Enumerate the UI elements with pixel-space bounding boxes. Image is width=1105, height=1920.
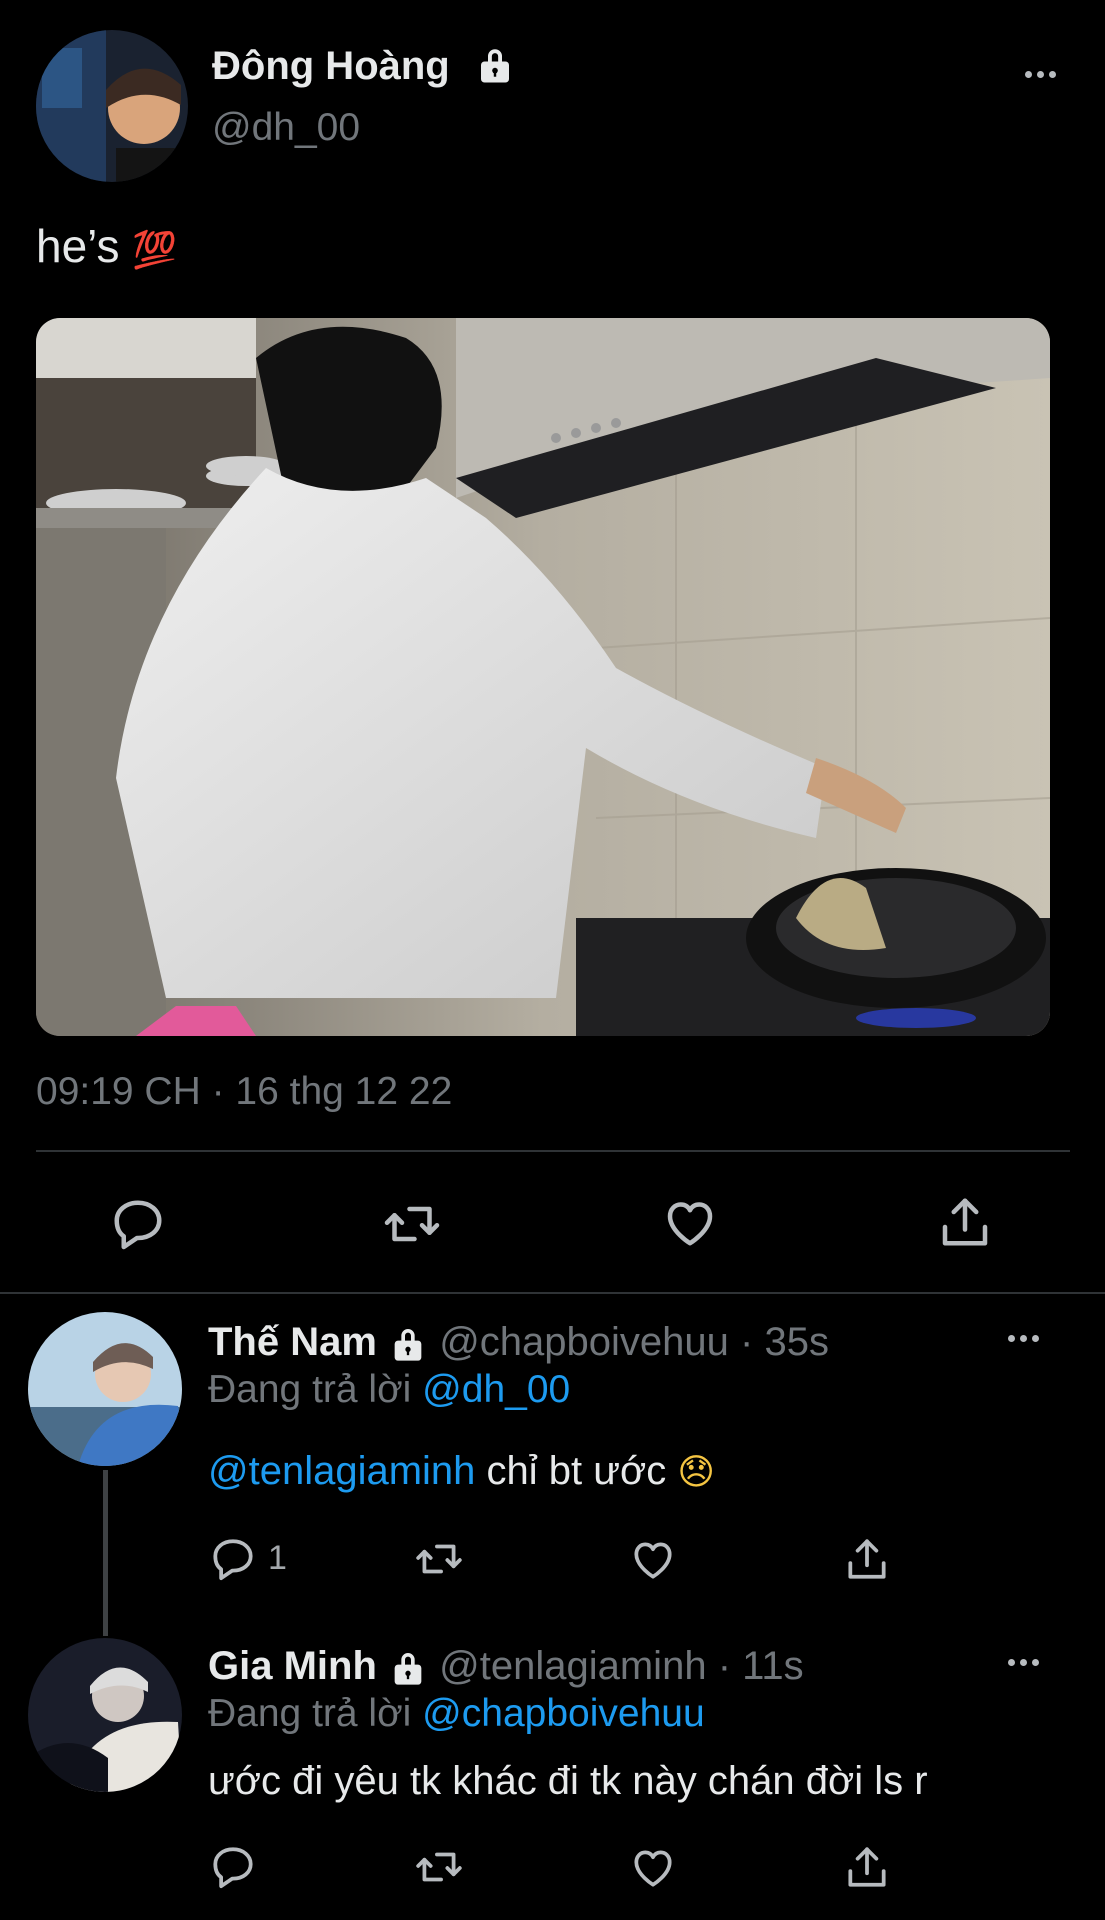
- disappointed-emoji: 😞: [677, 1451, 715, 1492]
- reply-text-content: chỉ bt ước: [475, 1449, 667, 1493]
- reply-header: Gia Minh @tenlagiaminh · 11s: [208, 1642, 804, 1690]
- more-icon[interactable]: [1008, 1335, 1039, 1342]
- reply-avatar[interactable]: [28, 1638, 182, 1792]
- mention-link[interactable]: @tenlagiaminh: [208, 1449, 475, 1493]
- thread-connector: [103, 1470, 108, 1636]
- more-icon[interactable]: [1025, 71, 1056, 78]
- replying-to-link[interactable]: @chapboivehuu: [422, 1692, 704, 1735]
- retweet-icon[interactable]: [414, 1842, 464, 1892]
- divider: [0, 1292, 1105, 1294]
- author-avatar[interactable]: [36, 30, 188, 182]
- author-handle[interactable]: @dh_00: [212, 104, 360, 152]
- reply-count: 1: [268, 1539, 287, 1577]
- lock-icon: [474, 44, 516, 86]
- reply-avatar[interactable]: [28, 1312, 182, 1466]
- divider: [36, 1150, 1070, 1152]
- tweet-text: he’s 💯: [36, 218, 177, 278]
- share-icon[interactable]: [842, 1534, 892, 1584]
- reply-author-handle[interactable]: @chapboivehuu: [439, 1320, 729, 1364]
- reply-author-name[interactable]: Gia Minh: [208, 1644, 377, 1688]
- tweet-text-content: he’s: [36, 220, 120, 272]
- share-icon[interactable]: [935, 1192, 995, 1252]
- like-icon[interactable]: [628, 1842, 678, 1892]
- share-icon[interactable]: [842, 1842, 892, 1892]
- reply-icon[interactable]: [108, 1194, 168, 1254]
- retweet-icon[interactable]: [414, 1534, 464, 1584]
- reply-icon[interactable]: [208, 1534, 258, 1584]
- retweet-icon[interactable]: [382, 1194, 442, 1254]
- reply-action-bar: [208, 1842, 908, 1896]
- reply-text: @tenlagiaminh chỉ bt ước 😞: [208, 1446, 715, 1497]
- reply-header: Thế Nam @chapboivehuu · 35s: [208, 1318, 829, 1366]
- reply-time[interactable]: · 35s: [740, 1320, 829, 1364]
- replying-to: Đang trả lời @chapboivehuu: [208, 1690, 705, 1738]
- reply-icon[interactable]: [208, 1842, 258, 1892]
- more-icon[interactable]: [1008, 1659, 1039, 1666]
- replying-to: Đang trả lời @dh_00: [208, 1366, 570, 1414]
- reply-time[interactable]: · 11s: [718, 1644, 804, 1688]
- tweet-media-image[interactable]: [36, 318, 1050, 1036]
- like-icon[interactable]: [628, 1534, 678, 1584]
- hundred-emoji: 💯: [132, 229, 178, 270]
- tweet-timestamp[interactable]: 09:19 CH · 16 thg 12 22: [36, 1068, 452, 1116]
- replying-prefix: Đang trả lời: [208, 1368, 412, 1411]
- lock-icon: [388, 1648, 428, 1688]
- reply-text: ước đi yêu tk khác đi tk này chán đời ls…: [208, 1759, 928, 1803]
- replying-to-link[interactable]: @dh_00: [422, 1368, 570, 1411]
- like-icon[interactable]: [660, 1192, 720, 1252]
- replying-prefix: Đang trả lời: [208, 1692, 412, 1735]
- reply-action-bar: 1: [208, 1534, 908, 1588]
- author-name[interactable]: Đông Hoàng: [212, 42, 450, 90]
- reply-author-handle[interactable]: @tenlagiaminh: [439, 1644, 706, 1688]
- lock-icon: [388, 1324, 428, 1364]
- reply-author-name[interactable]: Thế Nam: [208, 1320, 377, 1364]
